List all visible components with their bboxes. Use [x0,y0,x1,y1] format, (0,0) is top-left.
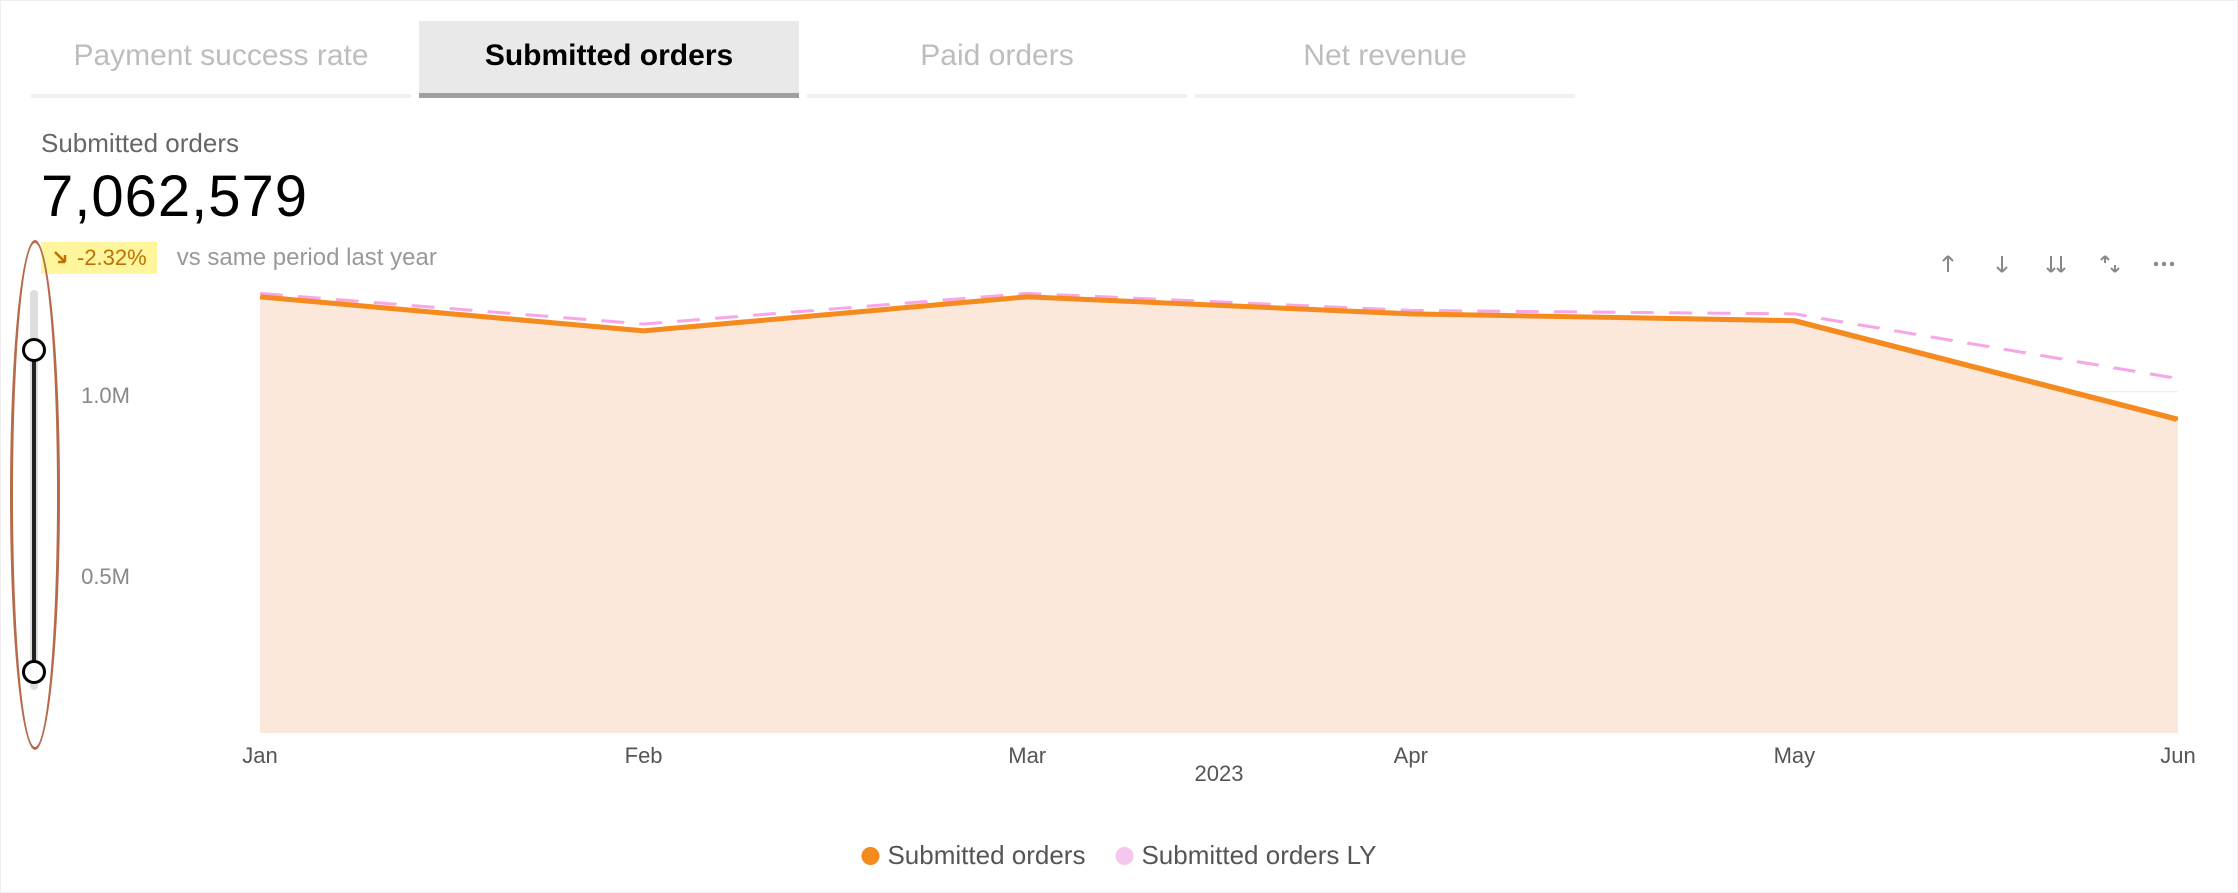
metric-header: Submitted orders 7,062,579 -2.32% vs sam… [41,128,2207,274]
more-options-icon[interactable] [2150,250,2178,278]
chart-plot [260,290,2178,733]
legend-label: Submitted orders LY [1141,840,1376,871]
x-axis: Jan Feb Mar Apr May Jun 2023 [260,743,2178,773]
drilldown-icon[interactable] [2042,250,2070,278]
sort-desc-icon[interactable] [1988,250,2016,278]
metric-delta-row: -2.32% vs same period last year [41,242,2207,274]
x-tick-label: Feb [625,743,663,769]
tab-submitted-orders[interactable]: Submitted orders [419,21,799,98]
x-axis-year: 2023 [1195,761,1244,787]
zoom-handle-top[interactable] [22,338,46,362]
x-tick-label: May [1774,743,1816,769]
arrow-down-right-icon [51,248,71,268]
x-tick-label: Jun [2160,743,2195,769]
metric-delta-badge: -2.32% [41,242,157,274]
dashboard-panel: Payment success rate Submitted orders Pa… [0,0,2238,893]
y-axis: 1.0M 0.5M [50,290,130,753]
tab-payment-success-rate[interactable]: Payment success rate [31,21,411,98]
zoom-range [32,350,36,670]
tab-paid-orders[interactable]: Paid orders [807,21,1187,98]
legend-dot-icon [1115,847,1133,865]
y-axis-zoom-slider[interactable] [30,290,40,690]
metric-delta-value: -2.32% [77,245,147,271]
legend-item-submitted-orders[interactable]: Submitted orders [861,840,1085,871]
x-tick-label: Jan [242,743,277,769]
metric-tabs: Payment success rate Submitted orders Pa… [31,21,2207,98]
zoom-handle-bottom[interactable] [22,660,46,684]
y-tick-label: 1.0M [81,383,130,409]
expand-icon[interactable] [2096,250,2124,278]
metric-title: Submitted orders [41,128,2207,159]
legend-dot-icon [861,847,879,865]
chart-toolbar [1934,250,2178,278]
legend-label: Submitted orders [887,840,1085,871]
y-tick-label: 0.5M [81,564,130,590]
x-tick-label: Apr [1394,743,1428,769]
metric-delta-context: vs same period last year [177,244,437,272]
metric-value: 7,062,579 [41,163,2207,230]
x-tick-label: Mar [1008,743,1046,769]
sort-asc-icon[interactable] [1934,250,1962,278]
chart-legend: Submitted orders Submitted orders LY [861,840,1376,871]
legend-item-submitted-orders-ly[interactable]: Submitted orders LY [1115,840,1376,871]
tab-net-revenue[interactable]: Net revenue [1195,21,1575,98]
chart-area: 1.0M 0.5M Jan Feb Mar Apr May Jun 2023 [50,290,2178,793]
